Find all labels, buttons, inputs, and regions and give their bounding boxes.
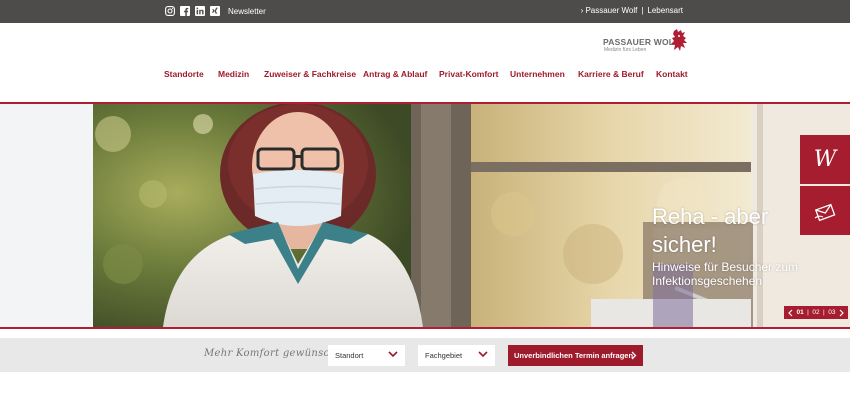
slider-pager: 01 | 02 | 03 — [784, 306, 848, 319]
facebook-icon[interactable] — [180, 6, 190, 16]
nav-unternehmen[interactable]: Unternehmen — [510, 69, 565, 79]
request-appointment-label: Unverbindlichen Termin anfragen — [514, 351, 634, 360]
nav-karriere-beruf[interactable]: Karriere & Beruf — [578, 69, 644, 79]
comfort-label: Mehr Komfort gewünscht? — [204, 348, 347, 359]
location-select[interactable]: Standort — [328, 345, 405, 366]
social-links: Newsletter — [165, 6, 266, 16]
top-links: › Passauer Wolf | Lebensart — [581, 6, 683, 15]
top-links-separator: | — [641, 6, 644, 15]
side-button-w[interactable]: W — [800, 135, 850, 184]
field-select-value: Fachgebiet — [425, 351, 463, 360]
top-bar: Newsletter › Passauer Wolf | Lebensart — [0, 0, 850, 23]
logo[interactable]: PASSAUER WOLF Medizin fürs Leben — [603, 28, 691, 56]
hero-title: Reha - aber sicher! — [652, 204, 769, 257]
field-select[interactable]: Fachgebiet — [418, 345, 495, 366]
w-script-icon: W — [813, 147, 837, 172]
pager-page-2[interactable]: 02 — [810, 309, 821, 316]
request-appointment-button[interactable]: Unverbindlichen Termin anfragen — [508, 345, 643, 366]
wolf-crest-icon — [671, 29, 687, 51]
main-navigation: Standorte Medizin Zuweiser & Fachkreise … — [0, 69, 850, 83]
logo-tagline: Medizin fürs Leben — [604, 47, 647, 53]
nav-standorte[interactable]: Standorte — [164, 69, 204, 79]
hero-left-panel — [0, 104, 93, 327]
location-select-value: Standort — [335, 351, 364, 360]
chevron-down-icon — [388, 351, 398, 358]
chevron-right-icon — [631, 351, 637, 360]
logo-name: PASSAUER WOLF — [603, 37, 680, 47]
newsletter-link[interactable]: Newsletter — [228, 7, 266, 16]
xing-icon[interactable] — [210, 6, 220, 16]
hero-subtitle: Hinweise für Besucher zum Infektionsgesc… — [652, 260, 799, 288]
nav-medizin[interactable]: Medizin — [218, 69, 249, 79]
link-passauer-wolf[interactable]: › Passauer Wolf — [581, 6, 638, 15]
pager-page-3[interactable]: 03 — [826, 309, 837, 316]
chevron-right-icon[interactable] — [839, 309, 845, 317]
nav-antrag-ablauf[interactable]: Antrag & Ablauf — [363, 69, 427, 79]
hero-caption: Reha - aber sicher! Hinweise für Besuche… — [652, 203, 832, 288]
link-lebensart[interactable]: Lebensart — [647, 6, 683, 15]
pager-page-1[interactable]: 01 — [794, 309, 805, 316]
nav-privat-komfort[interactable]: Privat-Komfort — [439, 69, 499, 79]
chevron-left-icon[interactable] — [787, 309, 793, 317]
linkedin-icon[interactable] — [195, 6, 205, 16]
nav-zuweiser-fachkreise[interactable]: Zuweiser & Fachkreise — [264, 69, 356, 79]
pager-separator: | — [807, 309, 809, 316]
nav-kontakt[interactable]: Kontakt — [656, 69, 688, 79]
pager-separator: | — [823, 309, 825, 316]
instagram-icon[interactable] — [165, 6, 175, 16]
chevron-down-icon — [478, 351, 488, 358]
